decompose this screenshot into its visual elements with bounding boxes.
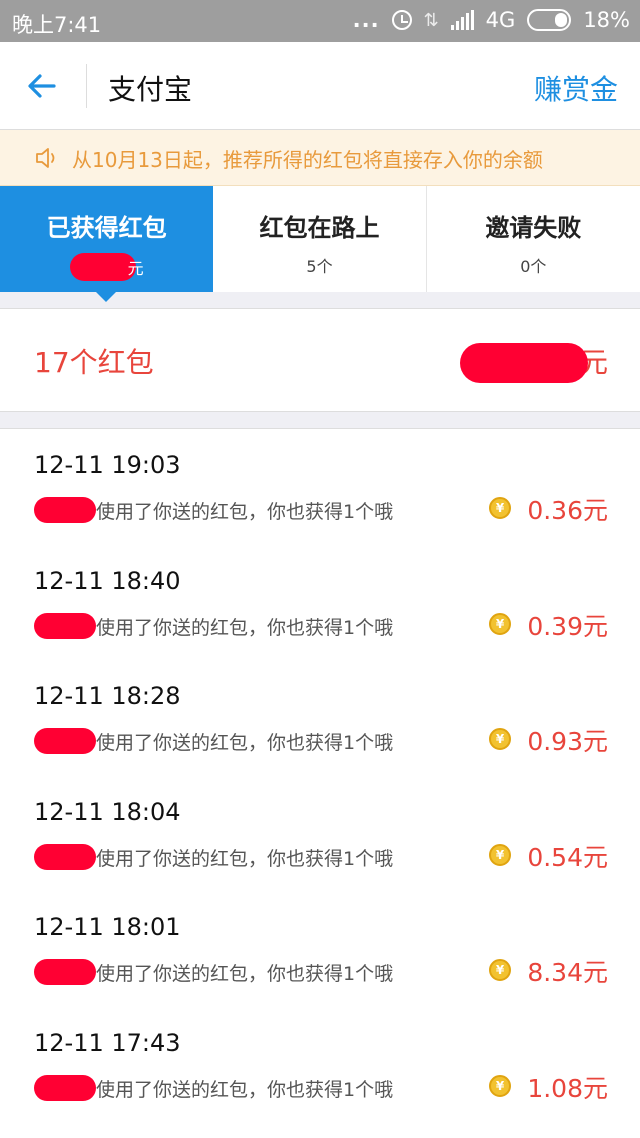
record-desc: 使用了你送的红包，你也获得1个哦 (34, 959, 393, 986)
record-time: 12-11 18:04 (34, 797, 181, 826)
list-item[interactable]: 12-11 18:01 使用了你送的红包，你也获得1个哦 8.34元 (0, 891, 640, 1007)
redaction-mark (34, 497, 96, 523)
speaker-icon (36, 148, 55, 168)
tab-failed-sub: 0个 (520, 257, 547, 276)
record-desc: 使用了你送的红包，你也获得1个哦 (34, 497, 393, 524)
title-bar: 支付宝 赚赏金 (0, 42, 640, 130)
list-item[interactable]: 12-11 18:28 使用了你送的红包，你也获得1个哦 0.93元 (0, 660, 640, 776)
redaction-mark (34, 612, 96, 639)
record-desc: 使用了你送的红包，你也获得1个哦 (34, 843, 393, 871)
record-time: 12-11 18:01 (34, 913, 181, 941)
record-desc: 使用了你送的红包，你也获得1个哦 (34, 612, 393, 640)
summary-row: 17个红包 元 (0, 308, 640, 412)
tab-failed-label: 邀请失败 (485, 214, 582, 242)
back-arrow-icon[interactable] (24, 68, 60, 104)
more-dots-icon: ... (352, 8, 380, 32)
record-time: 12-11 18:28 (34, 682, 181, 710)
coin-icon (489, 1074, 511, 1097)
record-time: 12-11 17:43 (34, 1028, 181, 1057)
record-amount: 0.93元 (527, 727, 608, 756)
redaction-mark (34, 1074, 96, 1101)
tab-on-the-way-label: 红包在路上 (259, 214, 380, 242)
coin-icon (489, 959, 511, 981)
list-item[interactable]: 12-11 17:43 使用了你送的红包，你也获得1个哦 1.08元 (0, 1007, 640, 1123)
data-arrows-icon: ⇅ (423, 9, 439, 31)
record-amount: 8.34元 (527, 958, 608, 987)
record-list: 12-11 19:03 使用了你送的红包，你也获得1个哦 0.36元 12-11… (0, 428, 640, 1138)
signal-icon (450, 10, 474, 30)
battery-percent: 18% (583, 8, 630, 32)
record-desc: 使用了你送的红包，你也获得1个哦 (34, 1074, 393, 1102)
list-item[interactable]: 12-11 18:40 使用了你送的红包，你也获得1个哦 0.39元 (0, 545, 640, 661)
tab-received-label: 已获得红包 (46, 214, 167, 242)
battery-icon (527, 9, 572, 31)
tab-received[interactable]: 已获得红包 元 (0, 186, 214, 302)
redaction-mark (34, 959, 96, 985)
status-icons: ... ⇅ 4G 18% (353, 8, 630, 32)
status-bar: 晚上7:41 ... ⇅ 4G 18% (0, 0, 640, 42)
tab-received-sub: 元 (0, 253, 213, 281)
redaction-mark (69, 253, 136, 281)
coin-icon (489, 728, 511, 750)
coin-icon (489, 497, 511, 519)
record-time: 12-11 19:03 (34, 451, 181, 479)
status-time: 晚上7:41 (12, 13, 102, 37)
earn-reward-button[interactable]: 赚赏金 (534, 68, 618, 108)
record-amount: 1.08元 (527, 1073, 608, 1103)
record-desc: 使用了你送的红包，你也获得1个哦 (34, 728, 393, 755)
page-title: 支付宝 (108, 73, 193, 106)
redaction-mark (34, 843, 96, 870)
coin-icon (489, 843, 511, 866)
redaction-mark (34, 728, 96, 754)
list-item[interactable]: 12-11 19:03 使用了你送的红包，你也获得1个哦 0.36元 (0, 429, 640, 545)
coin-icon (489, 612, 511, 635)
list-item[interactable]: 12-11 18:04 使用了你送的红包，你也获得1个哦 0.54元 (0, 776, 640, 892)
tab-on-the-way[interactable]: 红包在路上 5个 (213, 186, 427, 292)
record-amount: 0.39元 (527, 611, 608, 641)
notice-text: 从10月13日起，推荐所得的红包将直接存入你的余额 (72, 148, 543, 172)
notice-banner: 从10月13日起，推荐所得的红包将直接存入你的余额 (0, 130, 640, 186)
redaction-mark (460, 343, 588, 383)
tab-failed[interactable]: 邀请失败 0个 (427, 186, 640, 292)
red-packet-count: 17个红包 (34, 346, 154, 379)
record-time: 12-11 18:40 (34, 566, 181, 595)
record-amount: 0.54元 (527, 842, 608, 872)
tab-on-the-way-sub: 5个 (306, 257, 333, 276)
record-amount: 0.36元 (527, 496, 608, 525)
alarm-icon (391, 10, 412, 30)
tab-bar: 已获得红包 元 红包在路上 5个 邀请失败 0个 (0, 186, 640, 302)
network-type: 4G (485, 8, 516, 32)
title-divider (86, 64, 87, 108)
